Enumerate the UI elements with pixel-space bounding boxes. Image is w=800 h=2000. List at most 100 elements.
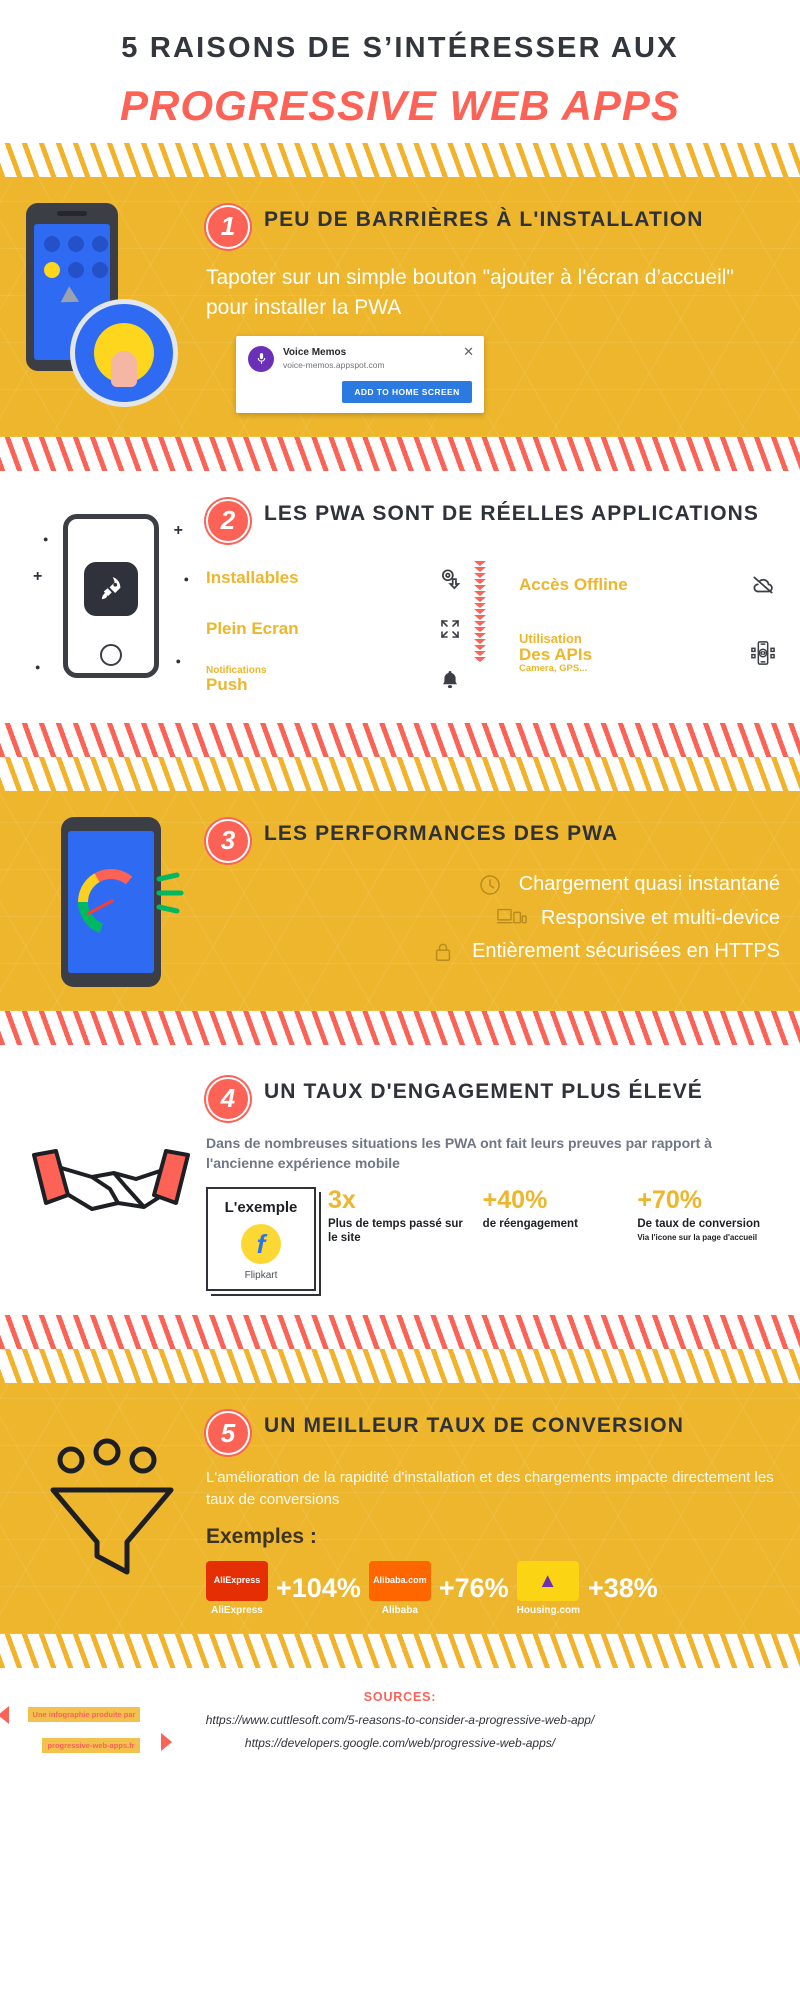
brand-item-housing: ▲ Housing.com (516, 1560, 580, 1616)
rocket-icon (84, 561, 138, 616)
dot-sparkle-icon: ● (35, 661, 41, 672)
brand-name: Housing.com (516, 1604, 580, 1616)
brand-item-aliexpress: AliExpress AliExpress (206, 1560, 268, 1616)
section-title-1: PEU DE BARRIÈRES À L'INSTALLATION (264, 207, 704, 231)
section-number-badge-4: 4 (206, 1076, 250, 1121)
brand-logo-text: AliExpress (213, 1574, 261, 1585)
performance-item: Chargement quasi instantané (206, 873, 780, 897)
ribbon-bottom-text[interactable]: progressive-web-apps.fr (42, 1737, 140, 1753)
tap-ring (94, 322, 154, 387)
feature-column-left: Installables Plein Ecran Notifications P… (206, 559, 467, 699)
clock-icon (475, 873, 505, 897)
ribbon-tail-right-icon (161, 1732, 172, 1751)
section-4-illustration (16, 1075, 206, 1292)
app-icon-dot (68, 235, 84, 252)
speed-lines-icon (156, 872, 184, 914)
section-1-illustration (16, 202, 206, 413)
plus-sparkle-icon: + (33, 567, 43, 585)
feature-item: Plein Ecran (206, 610, 467, 648)
handshake-icon (32, 1149, 190, 1212)
app-icon-dot (44, 235, 60, 252)
hatch-divider-red-3 (0, 1010, 800, 1045)
performance-text: Entièrement sécurisées en HTTPS (472, 940, 780, 963)
section-title-5: UN MEILLEUR TAUX DE CONVERSION (264, 1414, 684, 1438)
example-card-title: L'exemple (224, 1199, 298, 1217)
stat-label: De taux de conversion (637, 1217, 761, 1230)
feature-sublabel: Utilisation (519, 631, 582, 647)
section-description-5: L'amélioration de la rapidité d'installa… (206, 1469, 774, 1509)
section-title-2: LES PWA SONT DE RÉELLES APPLICATIONS (264, 501, 760, 525)
feature-label: Push (206, 675, 248, 695)
section-title-4: UN TAUX D'ENGAGEMENT PLUS ÉLEVÉ (264, 1079, 703, 1103)
aliexpress-logo-icon: AliExpress (206, 1560, 268, 1601)
app-icon-dot (92, 235, 108, 252)
dot-sparkle-icon: ● (175, 655, 181, 666)
section-title-3: LES PERFORMANCES DES PWA (264, 821, 619, 845)
section-5-illustration (16, 1409, 206, 1616)
feature-label: Accès Offline (519, 574, 628, 594)
stat-value: +70% (637, 1186, 702, 1215)
section-1-panel: 1 PEU DE BARRIÈRES À L'INSTALLATION Tapo… (0, 176, 800, 437)
hatch-divider-red-1 (0, 436, 800, 471)
stat-note: Via l'icone sur la page d'accueil (637, 1232, 758, 1242)
add-to-home-screen-button[interactable]: ADD TO HOME SCREEN (342, 380, 472, 403)
brand-item-alibaba: Alibaba.com Alibaba (368, 1560, 431, 1616)
stat-label: de réengagement (482, 1217, 578, 1230)
flipkart-logo-icon: f (241, 1224, 281, 1265)
header-subtitle: 5 RAISONS DE S’INTÉRESSER AUX (121, 32, 679, 64)
brand-logo-text: Alibaba.com (373, 1574, 427, 1585)
feature-item: Utilisation Des APIs Camera, GPS... (519, 624, 780, 682)
feature-label: Installables (206, 567, 299, 587)
sources-title: SOURCES: (363, 1689, 437, 1704)
feature-label: Plein Ecran (206, 618, 299, 638)
add-to-home-screen-banner[interactable]: ✕ Voice Memos voice-memos.appspot.com AD… (236, 335, 484, 413)
feature-label: Des APIs (519, 644, 593, 664)
stat-item: +70% De taux de conversion Via l'icone s… (637, 1187, 780, 1242)
feature-item: Accès Offline (519, 559, 780, 611)
brand-logo-text: ▲ (537, 1569, 558, 1592)
finger-icon (111, 350, 137, 387)
phone-screen (68, 830, 154, 973)
phone-speed-illustration (61, 816, 161, 987)
section-number-badge-3: 3 (206, 818, 250, 863)
feature-item: Notifications Push (206, 661, 467, 699)
section-3-panel: 3 LES PERFORMANCES DES PWA Chargement qu… (0, 790, 800, 1011)
fullscreen-icon (433, 617, 467, 641)
close-icon[interactable]: ✕ (463, 345, 474, 358)
install-gear-icon (433, 565, 467, 591)
hatch-divider-yellow-2 (0, 756, 800, 791)
plus-sparkle-icon: + (173, 521, 183, 539)
feature-note: Camera, GPS... (519, 662, 588, 674)
conversion-brand-row: AliExpress AliExpress +104% Alibaba.com … (206, 1560, 780, 1616)
section-2-illustration: + ● + ● ● ● (16, 497, 206, 699)
section-number-badge-2: 2 (206, 498, 250, 543)
section-number-badge-1: 1 (206, 204, 250, 249)
hatch-divider-yellow-bottom (0, 1633, 800, 1668)
hatch-divider-yellow-top (0, 142, 800, 177)
app-icon-dot-highlighted (44, 261, 60, 278)
dot-sparkle-icon: ● (43, 533, 49, 544)
ribbon-top-text: Une infographie produite par (27, 1706, 141, 1722)
example-card-brand: Flipkart (244, 1270, 278, 1282)
infographic-page: 5 RAISONS DE S’INTÉRESSER AUX PROGRESSIV… (0, 0, 800, 2000)
app-icon-dot (92, 261, 108, 278)
bell-icon (433, 668, 467, 692)
section-5-panel: 5 UN MEILLEUR TAUX DE CONVERSION L'améli… (0, 1383, 800, 1634)
section-number-badge-5: 5 (206, 1411, 250, 1456)
devices-icon (497, 907, 527, 929)
brand-name: AliExpress (211, 1604, 263, 1616)
hatch-divider-red-4 (0, 1315, 800, 1350)
dot-sparkle-icon: ● (183, 573, 189, 584)
stat-value: 3x (328, 1186, 356, 1215)
banner-app-url: voice-memos.appspot.com (283, 360, 385, 371)
alibaba-logo-icon: Alibaba.com (368, 1560, 431, 1601)
chevron-divider (467, 559, 493, 699)
microphone-icon (248, 345, 274, 372)
section-description-1: Tapoter sur un simple bouton "ajouter à … (206, 265, 734, 320)
gauge-needle (86, 898, 115, 916)
api-device-icon (746, 639, 780, 667)
performance-text: Responsive et multi-device (541, 906, 780, 929)
feature-item: Installables (206, 559, 467, 597)
speedometer-icon (78, 868, 144, 935)
brand-name: Alibaba (381, 1604, 418, 1616)
